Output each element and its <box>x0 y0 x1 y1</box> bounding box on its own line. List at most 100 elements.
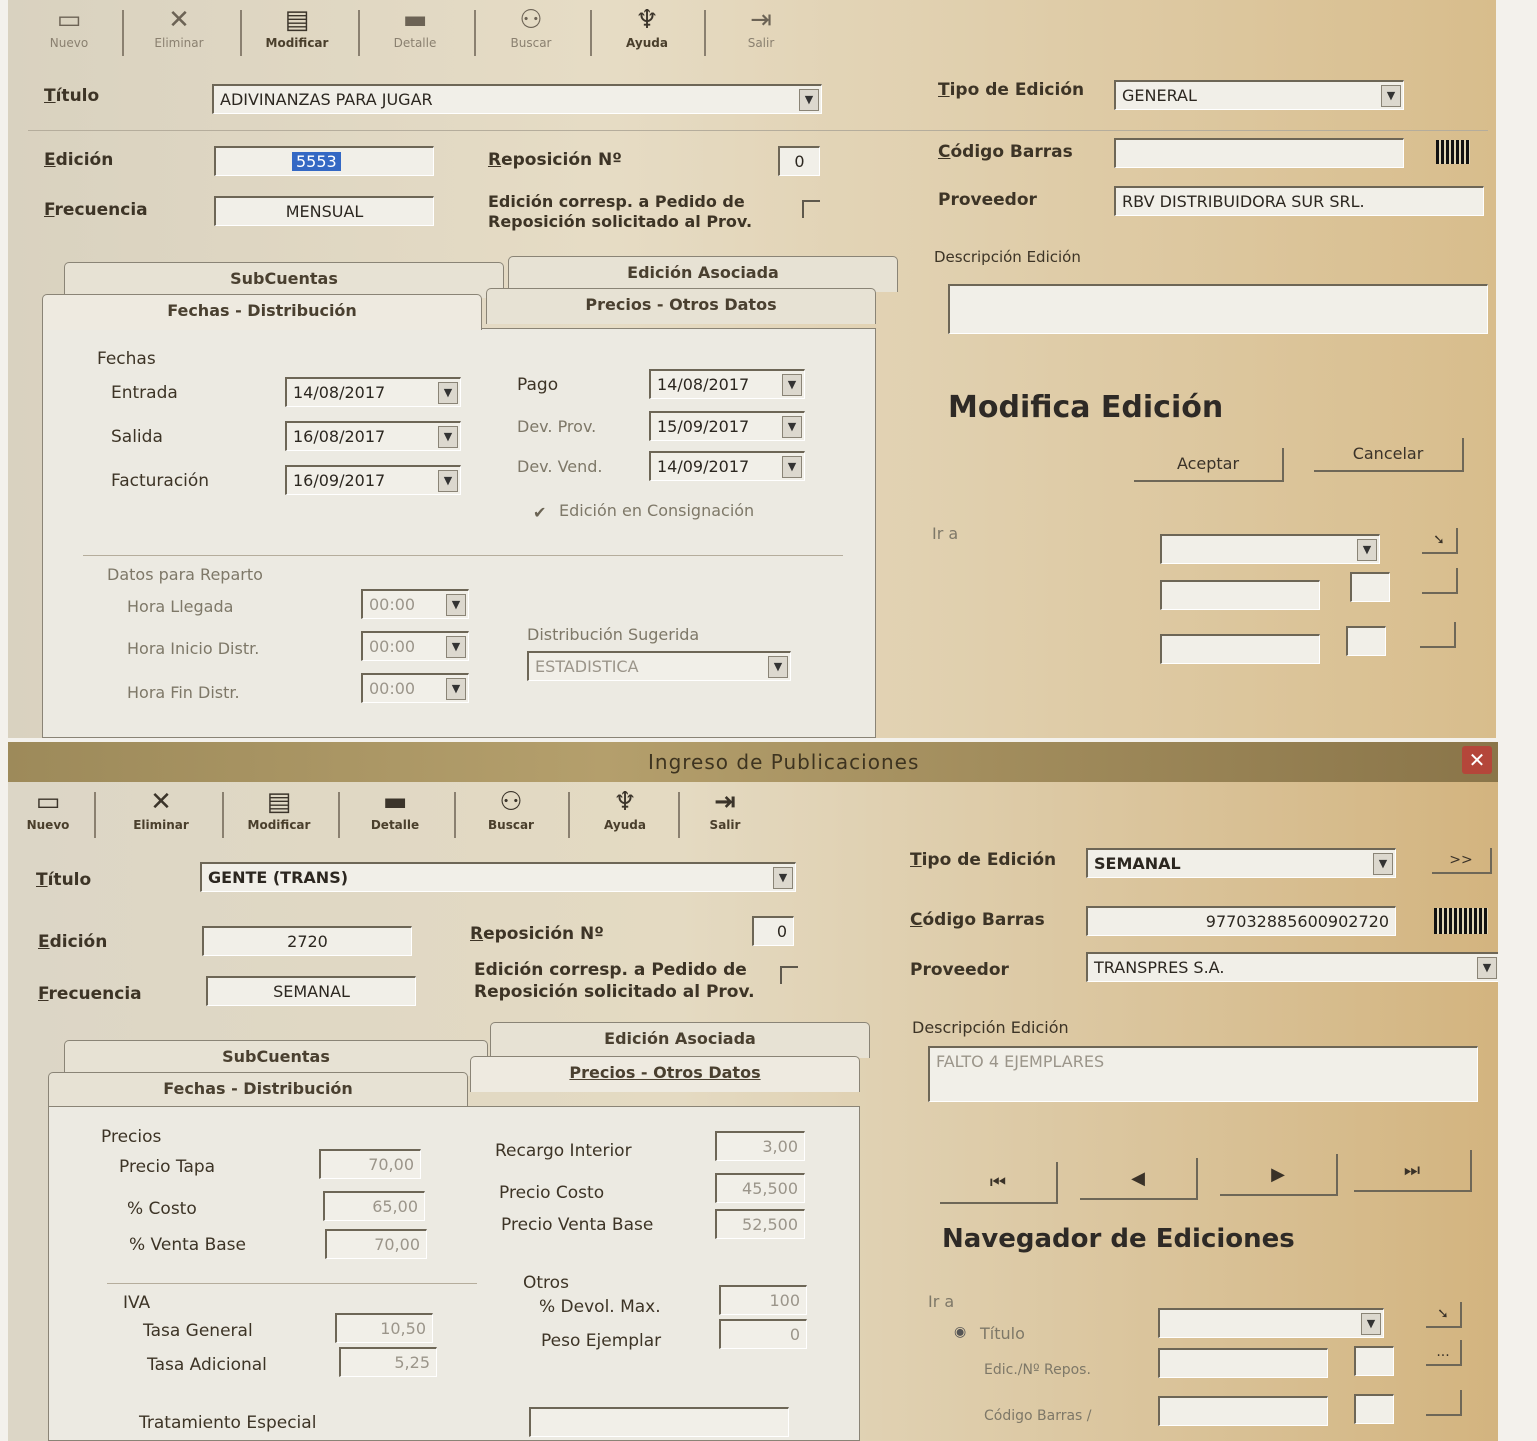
reposicion-field[interactable]: 0 <box>752 916 794 946</box>
exit-button[interactable]: ⇥ Salir <box>672 786 778 844</box>
costo-field[interactable]: 65,00 <box>323 1191 425 1221</box>
close-icon[interactable]: ✕ <box>1462 746 1492 774</box>
chevron-down-icon[interactable]: ▼ <box>1357 539 1377 561</box>
aceptar-button[interactable]: Aceptar <box>1134 448 1284 482</box>
search-button[interactable]: ⚇ Buscar <box>478 4 584 62</box>
reposicion-field[interactable]: 0 <box>778 146 820 176</box>
chevron-down-icon[interactable]: ▼ <box>799 89 819 111</box>
tratamiento-field[interactable] <box>529 1407 789 1437</box>
chevron-down-icon[interactable]: ▼ <box>438 426 458 448</box>
facturacion-date[interactable]: 16/09/2017 ▼ <box>285 465 461 495</box>
chevron-down-icon[interactable]: ▼ <box>446 636 466 658</box>
chevron-down-icon[interactable]: ▼ <box>1361 1313 1381 1335</box>
codigo-barras-field[interactable] <box>1114 138 1404 168</box>
recargo-field[interactable]: 3,00 <box>715 1131 805 1161</box>
chevron-down-icon[interactable]: ▼ <box>773 867 793 889</box>
nav-first-button[interactable]: ⏮ <box>940 1162 1058 1204</box>
chevron-down-icon[interactable]: ▼ <box>1477 957 1497 979</box>
barcode-icon[interactable] <box>1434 908 1488 934</box>
titulo-combo[interactable]: GENTE (TRANS) ▼ <box>200 862 796 892</box>
chevron-down-icon[interactable]: ▼ <box>446 594 466 616</box>
nav-next-button[interactable]: ▶ <box>1220 1154 1338 1196</box>
chevron-down-icon[interactable]: ▼ <box>782 456 802 478</box>
codigo-aux-field[interactable] <box>1346 626 1386 656</box>
repos-field[interactable] <box>1354 1346 1394 1376</box>
dist-sugerida-combo[interactable]: ESTADISTICA ▼ <box>527 651 791 681</box>
titulo-radio[interactable]: ◉ <box>954 1324 966 1340</box>
proveedor-combo[interactable]: TRANSPRES S.A. ▼ <box>1086 952 1498 982</box>
dev-prov-date[interactable]: 15/09/2017 ▼ <box>649 411 805 441</box>
consignacion-checkbox[interactable]: ✔ <box>533 503 546 522</box>
delete-button[interactable]: ✕ Eliminar <box>126 4 232 62</box>
precio-venta-field[interactable]: 52,500 <box>715 1209 805 1239</box>
search-button[interactable]: ⚇ Buscar <box>458 786 564 844</box>
hora-inicio-field[interactable]: 00:00 ▼ <box>361 631 469 661</box>
go-icon[interactable]: ➘ <box>1426 1302 1462 1328</box>
repos-field[interactable] <box>1350 572 1390 602</box>
pedido-checkbox[interactable] <box>780 966 798 984</box>
exit-button[interactable]: ⇥ Salir <box>708 4 814 62</box>
chevron-down-icon[interactable]: ▼ <box>1381 85 1401 107</box>
peso-field[interactable]: 0 <box>719 1319 807 1349</box>
pago-date[interactable]: 14/08/2017 ▼ <box>649 369 805 399</box>
precio-tapa-field[interactable]: 70,00 <box>319 1149 421 1179</box>
chevron-down-icon[interactable]: ▼ <box>768 656 788 678</box>
descripcion-field[interactable] <box>948 284 1488 334</box>
tipo-edicion-combo[interactable]: SEMANAL ▼ <box>1086 848 1396 878</box>
edicion-field[interactable]: 5553 <box>214 146 434 176</box>
help-button[interactable]: ♆ Ayuda <box>572 786 678 844</box>
codigo-barras-field[interactable]: 977032885600902720 <box>1086 906 1396 936</box>
tab-precios-otros[interactable]: Precios - Otros Datos <box>486 288 876 324</box>
pedido-checkbox[interactable] <box>802 200 820 218</box>
codigo-aux-field[interactable] <box>1354 1394 1394 1424</box>
edic-field[interactable] <box>1158 1348 1328 1378</box>
tab-edicion-asociada[interactable]: Edición Asociada <box>508 256 898 292</box>
hora-fin-field[interactable]: 00:00 ▼ <box>361 673 469 703</box>
tasa-adicional-field[interactable]: 5,25 <box>339 1347 437 1377</box>
precio-costo-field[interactable]: 45,500 <box>715 1173 805 1203</box>
tab-precios-otros[interactable]: Precios - Otros Datos <box>470 1056 860 1092</box>
tab-fechas-distribucion[interactable]: Fechas - Distribución <box>42 294 482 330</box>
modify-button[interactable]: ▤ Modificar <box>244 4 350 62</box>
nav-last-button[interactable]: ⏭ <box>1354 1150 1472 1192</box>
chevron-down-icon[interactable]: ▼ <box>446 678 466 700</box>
detail-button[interactable]: ▬ Detalle <box>362 4 468 62</box>
lookup-button[interactable]: ... <box>1426 1340 1462 1366</box>
edic-field[interactable] <box>1160 580 1320 610</box>
cancelar-button[interactable]: Cancelar <box>1314 438 1464 472</box>
nav-prev-button[interactable]: ◀ <box>1080 1158 1198 1200</box>
lookup-button[interactable] <box>1422 568 1458 594</box>
descripcion-field[interactable]: FALTO 4 EJEMPLARES <box>928 1046 1478 1102</box>
modify-button[interactable]: ▤ Modificar <box>226 786 332 844</box>
barcode-icon[interactable] <box>1436 140 1470 164</box>
chevron-down-icon[interactable]: ▼ <box>1373 853 1393 875</box>
venta-base-field[interactable]: 70,00 <box>325 1229 427 1259</box>
ir-a-combo[interactable]: ▼ <box>1158 1308 1384 1338</box>
tab-subcuentas[interactable]: SubCuentas <box>64 1040 488 1076</box>
detail-button[interactable]: ▬ Detalle <box>342 786 448 844</box>
tab-subcuentas[interactable]: SubCuentas <box>64 262 504 298</box>
chevron-down-icon[interactable]: ▼ <box>438 382 458 404</box>
salida-date[interactable]: 16/08/2017 ▼ <box>285 421 461 451</box>
tipo-edicion-combo[interactable]: GENERAL ▼ <box>1114 80 1404 110</box>
lookup-button[interactable] <box>1426 1390 1462 1416</box>
codigo-field[interactable] <box>1160 634 1320 664</box>
tasa-general-field[interactable]: 10,50 <box>335 1313 433 1343</box>
new-button[interactable]: ▭ Nuevo <box>8 786 88 844</box>
dev-vend-date[interactable]: 14/09/2017 ▼ <box>649 451 805 481</box>
entrada-date[interactable]: 14/08/2017 ▼ <box>285 377 461 407</box>
next-button[interactable]: >> <box>1432 848 1492 874</box>
chevron-down-icon[interactable]: ▼ <box>782 416 802 438</box>
go-icon[interactable]: ➘ <box>1422 528 1458 554</box>
tab-edicion-asociada[interactable]: Edición Asociada <box>490 1022 870 1058</box>
new-button[interactable]: ▭ Nuevo <box>16 4 122 62</box>
hora-llegada-field[interactable]: 00:00 ▼ <box>361 589 469 619</box>
chevron-down-icon[interactable]: ▼ <box>438 470 458 492</box>
ir-a-combo[interactable]: ▼ <box>1160 534 1380 564</box>
tab-fechas-distribucion[interactable]: Fechas - Distribución <box>48 1072 468 1108</box>
devol-field[interactable]: 100 <box>719 1285 807 1315</box>
chevron-down-icon[interactable]: ▼ <box>782 374 802 396</box>
codigo-field[interactable] <box>1158 1396 1328 1426</box>
titulo-combo[interactable]: ADIVINANZAS PARA JUGAR ▼ <box>212 84 822 114</box>
help-button[interactable]: ♆ Ayuda <box>594 4 700 62</box>
